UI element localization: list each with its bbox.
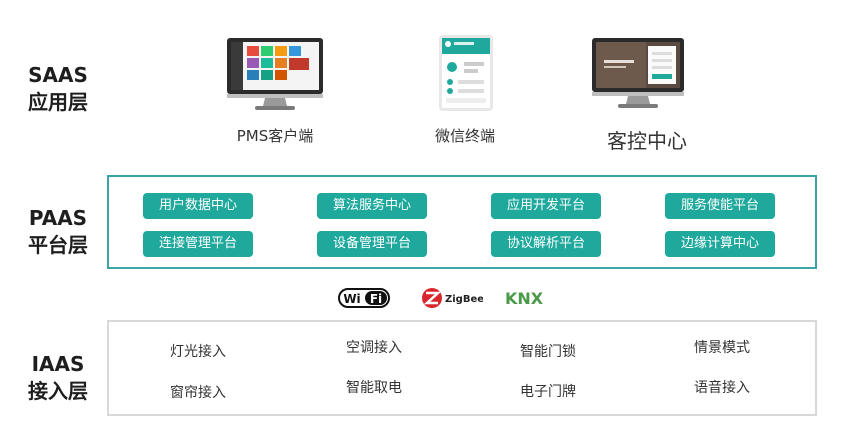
wifi-logo: Wi Fi [338,288,390,312]
iaas-item: 智能门锁 [520,344,576,360]
mobile-phone-icon [439,35,493,111]
zigbee-logo-text: ZigBee [445,294,483,305]
paas-module: 算法服务中心 [317,193,427,219]
desktop-monitor-icon [592,38,684,108]
paas-module: 服务使能平台 [665,193,775,219]
paas-label-line1: PAAS [28,206,88,230]
knx-logo: KNX [503,287,551,313]
paas-label-line2: 平台层 [28,233,88,257]
iaas-item: 空调接入 [346,340,402,356]
iaas-item: 电子门牌 [520,384,576,400]
paas-module: 用户数据中心 [143,193,253,219]
iaas-item: 智能取电 [346,380,402,396]
paas-module: 连接管理平台 [143,231,253,257]
iaas-label-line2: 接入层 [28,379,88,403]
iaas-layer-label: IAAS 接入层 [0,351,118,405]
wechat-terminal-device [438,34,494,112]
wifi-logo-text-right: Fi [370,292,382,306]
iaas-item: 情景模式 [694,340,750,356]
saas-layer-label: SAAS 应用层 [0,62,118,116]
paas-module: 设备管理平台 [317,231,427,257]
device-label-pms: PMS客户端 [236,127,314,145]
paas-layer-label: PAAS 平台层 [0,205,118,259]
device-label-control-center: 客控中心 [607,129,687,153]
pms-client-device [225,36,325,112]
iaas-item: 灯光接入 [170,344,226,360]
saas-label-line2: 应用层 [28,90,88,114]
paas-module: 协议解析平台 [491,231,601,257]
desktop-monitor-icon [227,38,323,110]
iaas-item: 语音接入 [694,380,750,396]
control-center-device [590,36,686,110]
paas-module: 应用开发平台 [491,193,601,219]
wifi-logo-text-left: Wi [343,292,360,306]
iaas-label-line1: IAAS [31,352,85,376]
iaas-item: 窗帘接入 [170,385,226,401]
device-label-wechat: 微信终端 [434,127,495,145]
knx-logo-text: KNX [505,289,544,308]
paas-module: 边缘计算中心 [665,231,775,257]
saas-label-line1: SAAS [28,63,88,87]
zigbee-logo: ZigBee [421,287,484,313]
